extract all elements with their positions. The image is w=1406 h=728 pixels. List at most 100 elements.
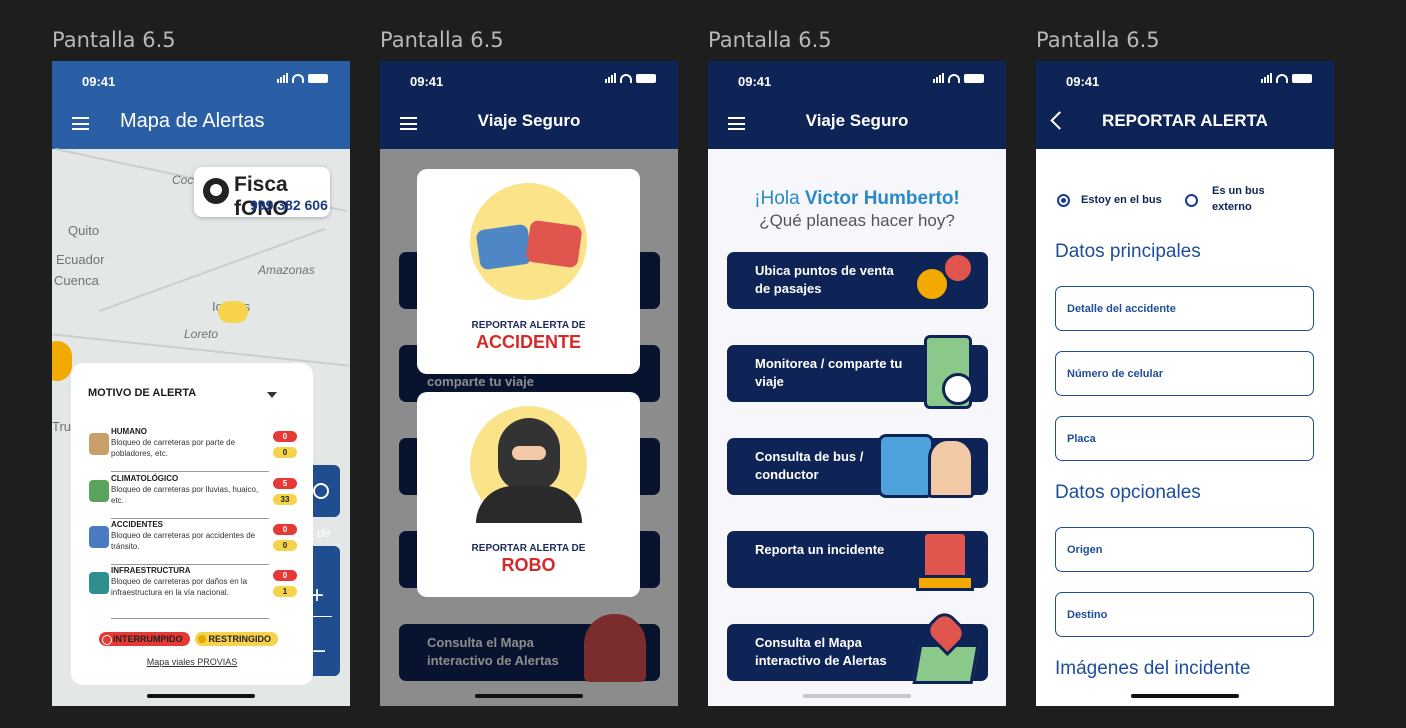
bus-driver-icon bbox=[878, 428, 974, 498]
car-crash-icon bbox=[89, 526, 109, 548]
category-desc: Bloqueo de carreteras por accidentes de … bbox=[111, 531, 256, 551]
phone-number-input[interactable] bbox=[1056, 352, 1313, 395]
battery-icon bbox=[1292, 73, 1312, 83]
status-bar: 09:41 bbox=[52, 61, 350, 99]
wifi-icon bbox=[620, 73, 632, 83]
status-time: 09:41 bbox=[1066, 74, 1100, 89]
phone-report-form-screen: 09:41 REPORTAR ALERTA Estoy en el bus Es… bbox=[1036, 61, 1334, 706]
section-incident-images: Imágenes del incidente bbox=[1055, 658, 1251, 679]
signal-icon bbox=[277, 73, 288, 83]
restricted-count-badge: 0 bbox=[273, 540, 297, 551]
crosshair-icon bbox=[313, 483, 329, 499]
phone-icon bbox=[203, 178, 229, 204]
app-header: Viaje Seguro bbox=[708, 99, 1006, 149]
legend-restricted: RESTRINGIDO bbox=[194, 632, 279, 646]
map-label: Quito bbox=[68, 223, 100, 238]
card-label: Reporta un incidente bbox=[755, 542, 885, 557]
legend: INTERRUMPIDO RESTRINGIDO bbox=[99, 632, 279, 646]
weather-alert-marker-icon[interactable] bbox=[52, 341, 72, 381]
category-name: HUMANO bbox=[111, 427, 147, 436]
person-icon bbox=[89, 433, 109, 455]
status-bar: 09:41 bbox=[708, 61, 1006, 99]
battery-icon bbox=[636, 73, 656, 83]
card-alerts-map[interactable]: Consulta el Mapa interactivo de Alertas bbox=[727, 607, 988, 684]
accident-detail-input[interactable] bbox=[1056, 287, 1313, 330]
card-label: Consulta el Mapa interactivo de Alertas bbox=[755, 635, 887, 668]
frame-label: Pantalla 6.5 bbox=[1036, 28, 1160, 52]
category-desc: Bloqueo de carreteras por lluvias, huaic… bbox=[111, 485, 259, 505]
greeting-name: Victor Humberto! bbox=[804, 188, 960, 209]
report-accident-option[interactable]: REPORTAR ALERTA DE ACCIDENTE bbox=[417, 169, 640, 374]
map-label: Ecuador bbox=[56, 252, 105, 267]
status-time: 09:41 bbox=[410, 74, 444, 89]
panel-title: MOTIVO DE ALERTA bbox=[88, 387, 197, 399]
status-time: 09:41 bbox=[82, 74, 116, 89]
wifi-icon bbox=[292, 73, 304, 83]
map-label: de bbox=[317, 526, 331, 540]
accident-detail-field[interactable] bbox=[1055, 286, 1314, 331]
category-name: ACCIDENTES bbox=[111, 520, 164, 529]
report-robbery-option[interactable]: REPORTAR ALERTA DE ROBO bbox=[417, 392, 640, 597]
map-pin-icon bbox=[912, 607, 980, 684]
battery-icon bbox=[308, 73, 328, 83]
signal-icon bbox=[1261, 73, 1272, 83]
section-main-data: Datos principales bbox=[1055, 241, 1201, 262]
phone-report-choice-screen: 09:41 Viaje Seguro comparte tu viaje Con… bbox=[380, 61, 678, 706]
destination-input[interactable] bbox=[1056, 593, 1313, 636]
status-bar: 09:41 bbox=[1036, 61, 1334, 99]
option-label: REPORTAR ALERTA DE bbox=[471, 320, 586, 331]
greeting: ¡Hola Victor Humberto! bbox=[708, 188, 1006, 210]
restricted-count-badge: 0 bbox=[273, 447, 297, 458]
car-crash-icon bbox=[470, 183, 587, 300]
menu-icon[interactable] bbox=[72, 117, 89, 130]
option-title: ROBO bbox=[501, 555, 556, 575]
wifi-icon bbox=[948, 73, 960, 83]
radio-in-bus[interactable] bbox=[1057, 194, 1070, 207]
home-indicator bbox=[1131, 694, 1239, 698]
legend-interrupted: INTERRUMPIDO bbox=[99, 632, 190, 646]
signal-icon bbox=[933, 73, 944, 83]
phone-map-share-icon bbox=[912, 335, 974, 409]
origin-field[interactable] bbox=[1055, 527, 1314, 572]
alert-reason-panel: MOTIVO DE ALERTA HUMANO Bloqueo de carre… bbox=[71, 363, 313, 685]
card-bus-driver-lookup[interactable]: Consulta de bus / conductor bbox=[727, 434, 988, 498]
home-indicator bbox=[475, 694, 583, 698]
frame-label: Pantalla 6.5 bbox=[708, 28, 832, 52]
home-indicator bbox=[803, 694, 911, 698]
page-title: Viaje Seguro bbox=[477, 111, 581, 130]
destination-field[interactable] bbox=[1055, 592, 1314, 637]
map-label: Cuenca bbox=[54, 273, 99, 288]
frame-label: Pantalla 6.5 bbox=[52, 28, 176, 52]
frame-label: Pantalla 6.5 bbox=[380, 28, 504, 52]
map-label: Tru bbox=[52, 419, 72, 434]
bridge-icon bbox=[89, 572, 109, 594]
card-ticket-points[interactable]: Ubica puntos de venta de pasajes bbox=[727, 252, 988, 309]
origin-input[interactable] bbox=[1056, 528, 1313, 571]
card-label: Monitorea / comparte tu viaje bbox=[755, 356, 903, 389]
radio-in-bus-label: Estoy en el bus bbox=[1081, 194, 1162, 206]
plate-field[interactable] bbox=[1055, 416, 1314, 461]
fiscafono-badge[interactable]: Fisca fONO 999 382 606 bbox=[194, 167, 330, 220]
interrupted-count-badge: 5 bbox=[273, 478, 297, 489]
weather-car-icon bbox=[89, 480, 109, 502]
section-optional-data: Datos opcionales bbox=[1055, 482, 1201, 503]
battery-icon bbox=[964, 73, 984, 83]
plate-input[interactable] bbox=[1056, 417, 1313, 460]
page-title: Mapa de Alertas bbox=[120, 110, 265, 132]
chevron-down-icon[interactable] bbox=[267, 392, 277, 398]
alarm-siren-icon bbox=[912, 521, 974, 591]
restricted-count-badge: 1 bbox=[273, 586, 297, 597]
page-title: Viaje Seguro bbox=[805, 111, 909, 130]
interrupted-count-badge: 0 bbox=[273, 570, 297, 581]
card-report-incident[interactable]: Reporta un incidente bbox=[727, 531, 988, 591]
app-header: REPORTAR ALERTA bbox=[1036, 99, 1334, 149]
card-monitor-trip[interactable]: Monitorea / comparte tu viaje bbox=[727, 335, 988, 409]
thief-icon bbox=[470, 406, 587, 523]
phone-number-field[interactable] bbox=[1055, 351, 1314, 396]
weather-alert-marker-icon[interactable] bbox=[218, 301, 248, 323]
card-label: Ubica puntos de venta de pasajes bbox=[755, 263, 894, 296]
zoom-out-icon[interactable]: − bbox=[312, 638, 326, 666]
provias-link[interactable]: Mapa viales PROVIAS bbox=[71, 657, 313, 667]
page-title: REPORTAR ALERTA bbox=[1102, 111, 1268, 130]
radio-external-bus[interactable] bbox=[1185, 194, 1198, 207]
